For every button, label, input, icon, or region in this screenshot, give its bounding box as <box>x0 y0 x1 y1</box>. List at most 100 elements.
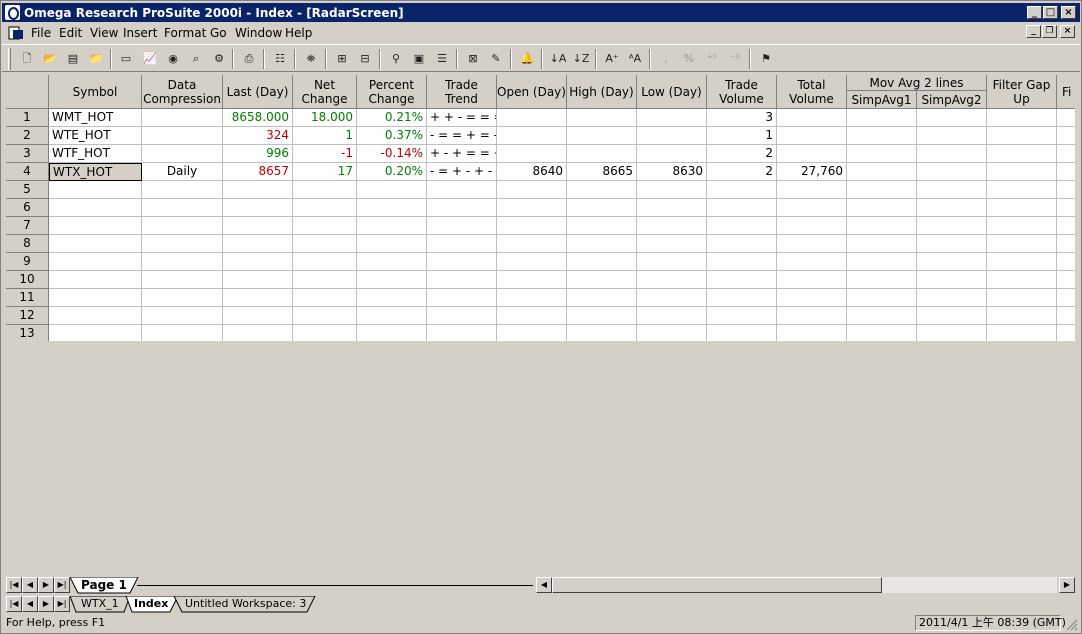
cell-trade-volume[interactable] <box>707 235 777 253</box>
menu-file[interactable]: File <box>31 26 51 40</box>
cell-symbol[interactable]: WTF_HOT <box>49 145 142 163</box>
cell-simp-avg2[interactable] <box>917 199 987 217</box>
insert-symbol-icon[interactable]: ⊞ <box>333 50 351 67</box>
cell-simp-avg1[interactable] <box>847 109 917 127</box>
cell-trade-trend[interactable]: - = = + = - - <box>427 127 497 145</box>
cell-symbol[interactable] <box>49 217 142 235</box>
cell-total-volume[interactable]: 27,760 <box>777 163 847 181</box>
cell-open[interactable] <box>497 109 567 127</box>
cell-low[interactable] <box>637 199 707 217</box>
cell-net-change[interactable]: 17 <box>293 163 357 181</box>
print-icon[interactable]: ⎙ <box>240 50 258 67</box>
cell-symbol[interactable]: WTX_HOT <box>49 163 142 181</box>
percent-style-icon[interactable]: % <box>680 50 698 67</box>
cell-net-change[interactable]: 1 <box>293 127 357 145</box>
cell-high[interactable] <box>567 289 637 307</box>
cell-percent-change[interactable] <box>357 253 427 271</box>
header-filter-gap-up[interactable]: Filter Gap Up <box>987 75 1057 109</box>
cell-compression[interactable] <box>142 307 223 325</box>
cell-open[interactable] <box>497 271 567 289</box>
option-station-icon[interactable]: ⌕ <box>187 50 205 67</box>
cell-trade-volume[interactable] <box>707 181 777 199</box>
cell-symbol[interactable] <box>49 181 142 199</box>
cell-low[interactable] <box>637 145 707 163</box>
cell-high[interactable] <box>567 127 637 145</box>
header-percent-change[interactable]: Percent Change <box>357 75 427 109</box>
row-header[interactable]: 5 <box>6 181 49 199</box>
cell-trade-trend[interactable] <box>427 235 497 253</box>
cell-symbol[interactable] <box>49 325 142 341</box>
cell-net-change[interactable]: -1 <box>293 145 357 163</box>
insert-indicator-icon[interactable]: ⊟ <box>356 50 374 67</box>
cell-simp-avg1[interactable] <box>847 127 917 145</box>
cell-simp-avg1[interactable] <box>847 163 917 181</box>
cell-filter-gap[interactable] <box>987 235 1057 253</box>
cell-simp-avg2[interactable] <box>917 163 987 181</box>
cell-simp-avg2[interactable] <box>917 145 987 163</box>
cell-net-change[interactable] <box>293 217 357 235</box>
cell-simp-avg1[interactable] <box>847 271 917 289</box>
cell-filter-gap[interactable] <box>987 253 1057 271</box>
cell-last[interactable] <box>223 253 293 271</box>
cell-next[interactable] <box>1057 163 1075 181</box>
decrease-decimal-icon[interactable]: ⁻⁰ <box>726 50 744 67</box>
cell-net-change[interactable] <box>293 325 357 341</box>
cell-last[interactable] <box>223 325 293 341</box>
page-tab-label[interactable]: Page 1 <box>81 578 127 592</box>
cell-low[interactable] <box>637 307 707 325</box>
cell-total-volume[interactable] <box>777 253 847 271</box>
cell-trade-trend[interactable] <box>427 307 497 325</box>
cell-percent-change[interactable]: -0.14% <box>357 145 427 163</box>
cell-trade-trend[interactable]: + + - = = = = <box>427 109 497 127</box>
cell-filter-gap[interactable] <box>987 127 1057 145</box>
cell-trade-trend[interactable] <box>427 289 497 307</box>
cell-symbol[interactable]: WTE_HOT <box>49 127 142 145</box>
cell-total-volume[interactable] <box>777 199 847 217</box>
cell-open[interactable] <box>497 289 567 307</box>
cell-trade-volume[interactable] <box>707 271 777 289</box>
header-low-day[interactable]: Low (Day) <box>637 75 707 109</box>
cell-filter-gap[interactable] <box>987 217 1057 235</box>
cell-total-volume[interactable] <box>777 109 847 127</box>
menu-view[interactable]: View <box>90 26 118 40</box>
header-open-day[interactable]: Open (Day) <box>497 75 567 109</box>
header-mov-avg-group[interactable]: Mov Avg 2 lines <box>847 75 987 91</box>
first-page-button[interactable]: |◀ <box>6 577 22 593</box>
cell-percent-change[interactable] <box>357 271 427 289</box>
cell-trade-volume[interactable] <box>707 253 777 271</box>
header-net-change[interactable]: Net Change <box>293 75 357 109</box>
cell-filter-gap[interactable] <box>987 181 1057 199</box>
font-decrease-icon[interactable]: ᴬA <box>626 50 644 67</box>
cell-last[interactable] <box>223 181 293 199</box>
new-icon[interactable]: 🗋 <box>18 50 36 67</box>
cell-trade-volume[interactable] <box>707 199 777 217</box>
menu-help[interactable]: Help <box>285 26 312 40</box>
cell-next[interactable] <box>1057 109 1075 127</box>
row-header[interactable]: 6 <box>6 199 49 217</box>
cell-simp-avg2[interactable] <box>917 289 987 307</box>
cell-simp-avg1[interactable] <box>847 289 917 307</box>
increase-decimal-icon[interactable]: ⁺⁰ <box>703 50 721 67</box>
maximize-button[interactable]: □ <box>1043 6 1058 19</box>
cell-filter-gap[interactable] <box>987 325 1057 341</box>
cell-compression[interactable] <box>142 253 223 271</box>
header-last-day[interactable]: Last (Day) <box>223 75 293 109</box>
first-workspace-button[interactable]: |◀ <box>6 596 22 612</box>
cell-high[interactable] <box>567 271 637 289</box>
cell-open[interactable] <box>497 127 567 145</box>
header-simp-avg2[interactable]: SimpAvg2 <box>917 91 987 109</box>
cell-simp-avg2[interactable] <box>917 217 987 235</box>
cell-open[interactable] <box>497 253 567 271</box>
title-bar[interactable]: Omega Research ProSuite 2000i - Index - … <box>2 3 1080 22</box>
cell-simp-avg1[interactable] <box>847 307 917 325</box>
window-layout-icon[interactable]: ▣ <box>410 50 428 67</box>
header-simp-avg1[interactable]: SimpAvg1 <box>847 91 917 109</box>
cell-open[interactable] <box>497 235 567 253</box>
cell-percent-change[interactable] <box>357 307 427 325</box>
cell-open[interactable] <box>497 217 567 235</box>
cell-high[interactable]: 8665 <box>567 163 637 181</box>
cell-low[interactable] <box>637 217 707 235</box>
cell-simp-avg2[interactable] <box>917 127 987 145</box>
cell-next[interactable] <box>1057 325 1075 341</box>
header-trade-volume[interactable]: Trade Volume <box>707 75 777 109</box>
